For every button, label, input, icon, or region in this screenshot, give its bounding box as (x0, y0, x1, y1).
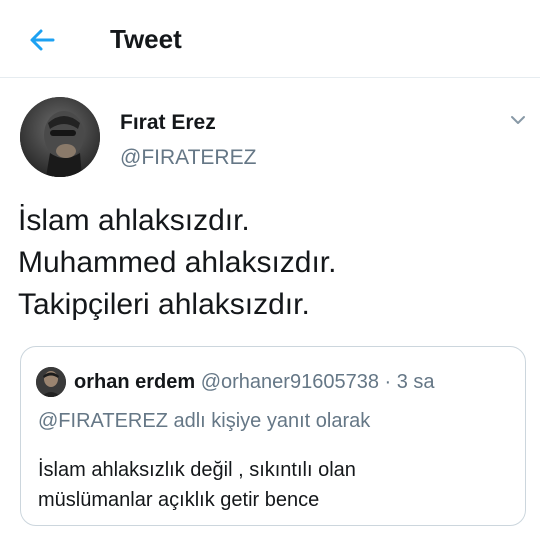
chevron-down-icon (511, 116, 525, 124)
page-title: Tweet (110, 24, 182, 54)
tweet-text: İslam ahlaksızdır. Muhammed ahlaksızdır.… (18, 200, 336, 326)
quoted-text-line: müslümanlar açıklık getir bence (38, 489, 320, 511)
quoted-avatar-photo (36, 367, 66, 397)
quoted-author-name: orhan erdem (74, 371, 196, 393)
quoted-author-handle: @orhaner91605738 (200, 371, 379, 393)
tweet-text-line: Muhammed ahlaksızdır. (18, 246, 337, 279)
author-handle[interactable]: @FIRATEREZ (120, 145, 256, 171)
top-bar: Tweet (0, 0, 540, 78)
quoted-timestamp: 3 sa (396, 371, 435, 393)
quoted-reply-context: @FIRATEREZ adlı kişiye yanıt olarak (38, 410, 371, 432)
back-button[interactable] (22, 20, 62, 60)
quoted-separator: · (384, 371, 392, 393)
quoted-tweet-text: İslam ahlaksızlık değil , sıkıntılı olan… (38, 455, 356, 515)
avatar-photo (20, 97, 100, 177)
tweet-text-line: İslam ahlaksızdır. (18, 204, 250, 237)
quoted-author-avatar (36, 367, 66, 397)
author-name[interactable]: Fırat Erez (120, 110, 216, 136)
tweet-menu-button[interactable] (506, 108, 530, 132)
quoted-tweet-card[interactable]: orhan erdem @orhaner91605738 · 3 sa @FIR… (20, 346, 526, 526)
author-avatar[interactable] (20, 97, 100, 177)
quoted-text-line: İslam ahlaksızlık değil , sıkıntılı olan (38, 459, 356, 481)
arrow-left-icon (30, 29, 55, 51)
tweet-text-line: Takipçileri ahlaksızdır. (18, 288, 310, 321)
quoted-tweet-header: orhan erdem @orhaner91605738 · 3 sa (74, 369, 435, 395)
